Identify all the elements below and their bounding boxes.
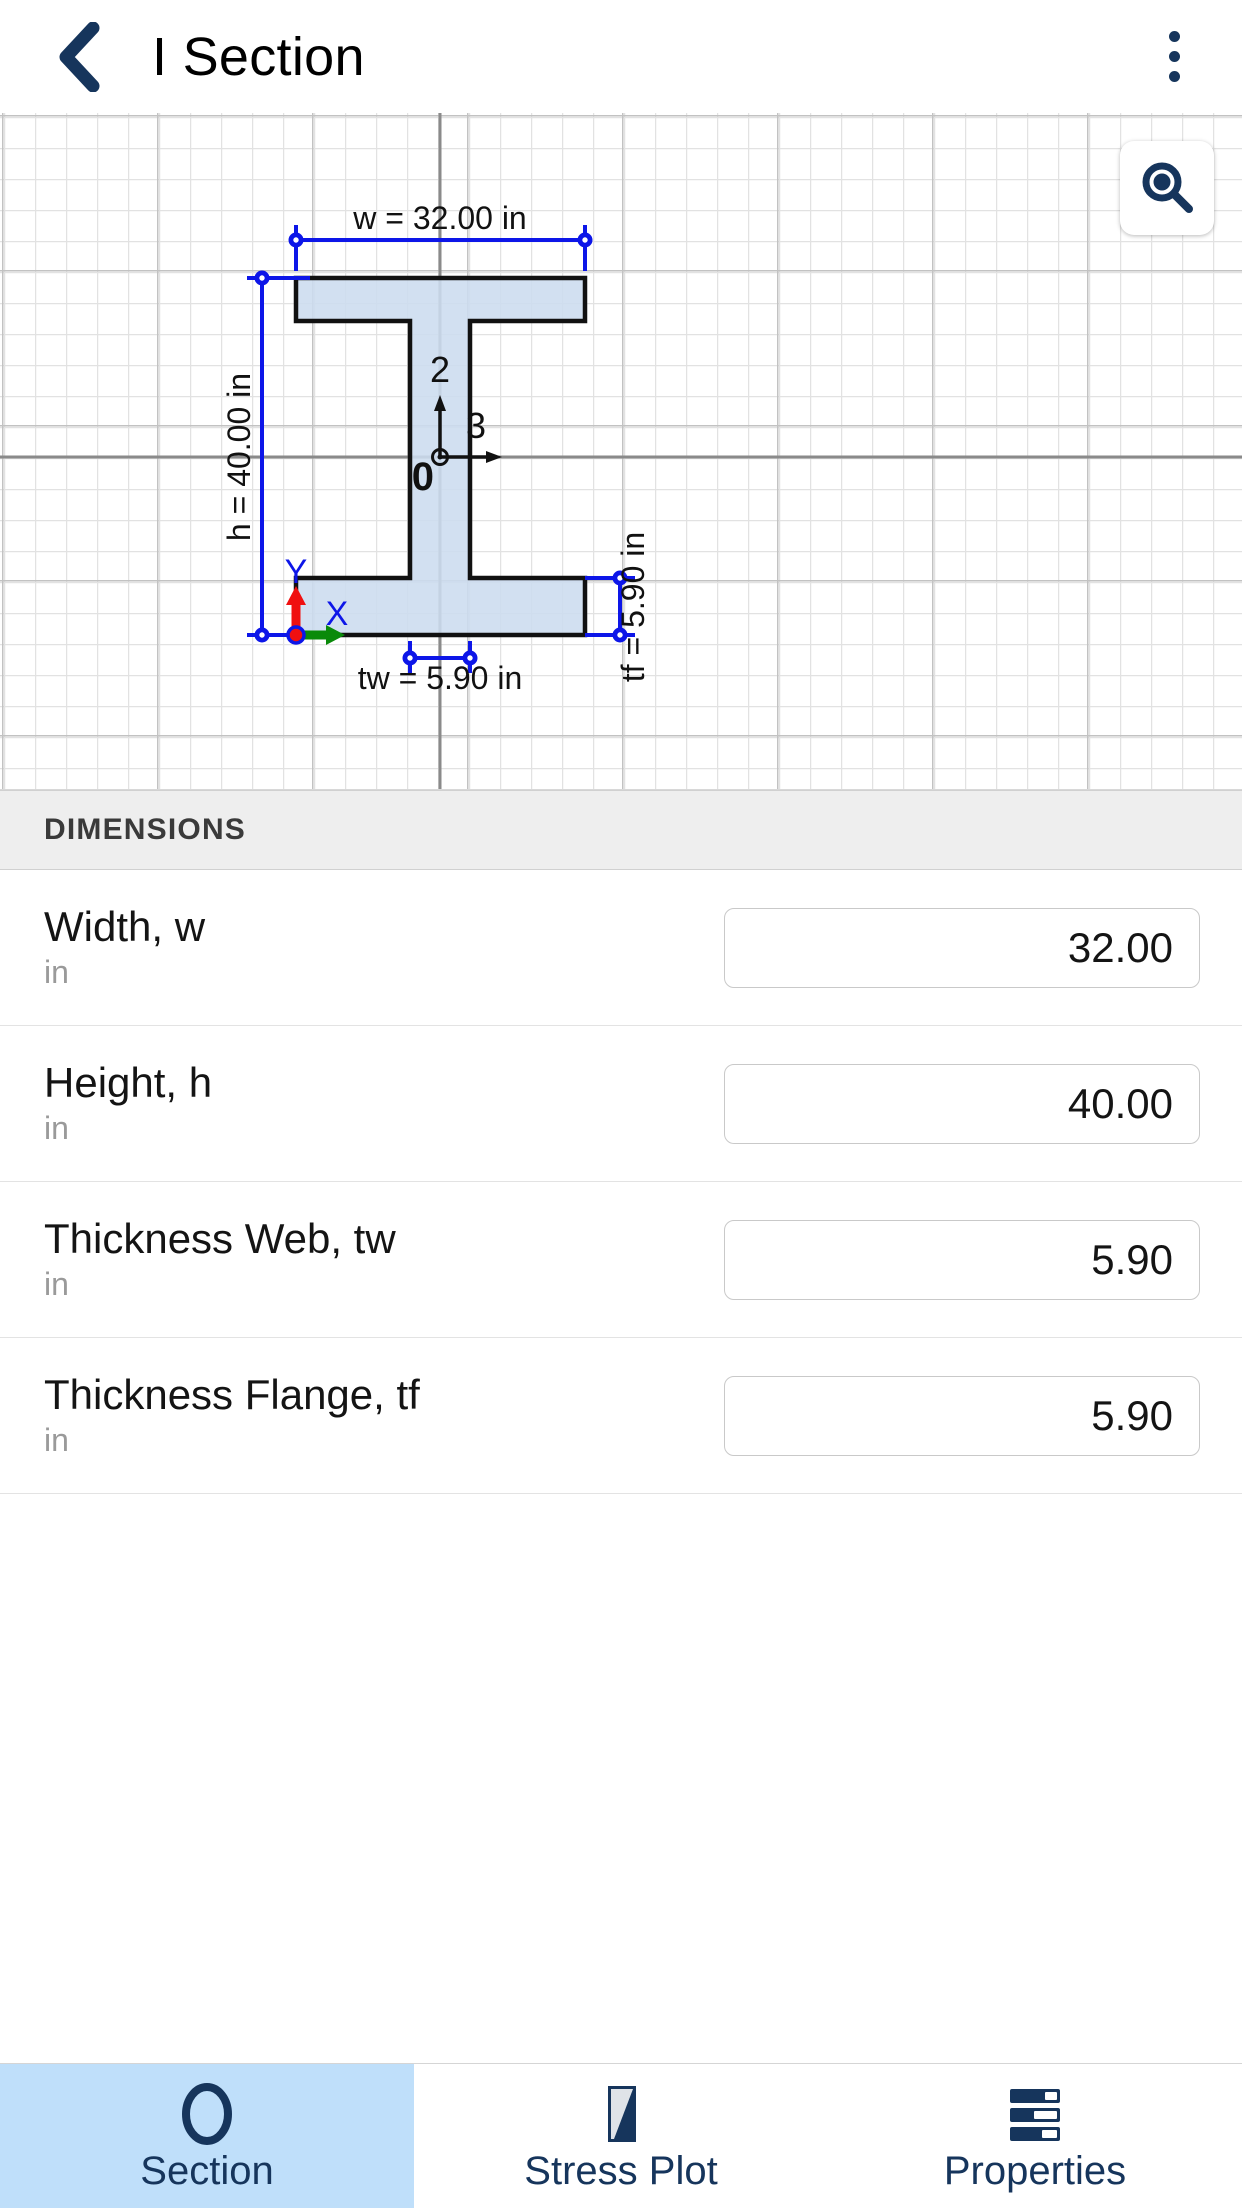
- field-label: Width, w: [44, 903, 206, 951]
- tab-section[interactable]: Section: [0, 2064, 414, 2208]
- dimensions-section-title: DIMENSIONS: [44, 813, 247, 846]
- stress-gradient-icon: [593, 2081, 649, 2147]
- field-label: Thickness Web, tw: [44, 1215, 396, 1263]
- form-row-height: Height, h in 40.00: [0, 1026, 1242, 1182]
- row-label-group: Height, h in: [44, 1059, 212, 1147]
- form-row-width: Width, w in 32.00: [0, 870, 1242, 1026]
- form-row-thickness-flange: Thickness Flange, tf in 5.90: [0, 1338, 1242, 1494]
- tab-section-label: Section: [140, 2149, 274, 2193]
- dimensions-section-header: DIMENSIONS: [0, 790, 1242, 870]
- thickness-web-input[interactable]: 5.90: [724, 1219, 1200, 1300]
- tab-stress-plot-label: Stress Plot: [524, 2149, 718, 2193]
- dimension-width-label: w = 32.00 in: [352, 200, 526, 236]
- grid-background: [0, 113, 1242, 789]
- overflow-menu-icon: [1168, 71, 1180, 82]
- tab-properties[interactable]: Properties: [828, 2064, 1242, 2208]
- principal-axis-2-label: 2: [430, 349, 450, 390]
- field-unit: in: [44, 954, 69, 991]
- zoom-fit-button[interactable]: [1120, 141, 1214, 235]
- height-input[interactable]: 40.00: [724, 1063, 1200, 1144]
- app-header: I Section: [0, 0, 1242, 113]
- field-unit: in: [44, 1110, 69, 1147]
- dimension-web-label: tw = 5.90 in: [358, 660, 523, 696]
- local-axis-y-label: Y: [285, 553, 308, 591]
- dimension-flange-label: tf = 5.90 in: [615, 532, 651, 682]
- app-root: I Section w = 32.00 in h = 40.00 in tf =…: [0, 0, 1242, 2208]
- form-row-thickness-web: Thickness Web, tw in 5.90: [0, 1182, 1242, 1338]
- section-drawing-svg: w = 32.00 in h = 40.00 in tf = 5.90 in t…: [0, 113, 1242, 789]
- dimension-height-label: h = 40.00 in: [221, 373, 257, 541]
- field-unit: in: [44, 1266, 69, 1303]
- principal-origin-label: 0: [412, 455, 434, 499]
- overflow-menu-icon: [1168, 51, 1180, 62]
- page-title: I Section: [152, 26, 365, 87]
- width-input[interactable]: 32.00: [724, 907, 1200, 988]
- dimensions-form-list: Width, w in 32.00 Height, h in 40.00 Thi…: [0, 870, 1242, 1494]
- magnifier-icon: [1142, 162, 1193, 213]
- section-drawing-canvas[interactable]: w = 32.00 in h = 40.00 in tf = 5.90 in t…: [0, 113, 1242, 790]
- tab-properties-label: Properties: [943, 2149, 1127, 2193]
- field-label: Height, h: [44, 1059, 213, 1107]
- field-unit: in: [44, 1422, 69, 1459]
- field-label: Thickness Flange, tf: [44, 1371, 420, 1419]
- principal-axis-3-label: 3: [466, 405, 486, 446]
- circle-outline-icon: [178, 2081, 236, 2147]
- local-axis-x-label: X: [326, 595, 349, 633]
- bottom-tab-bar: Section Stress Plot Properties: [0, 2063, 1242, 2208]
- thickness-flange-input[interactable]: 5.90: [724, 1375, 1200, 1456]
- row-label-group: Thickness Web, tw in: [44, 1215, 396, 1303]
- list-rows-icon: [1002, 2081, 1068, 2147]
- tab-stress-plot[interactable]: Stress Plot: [414, 2064, 828, 2208]
- back-button[interactable]: [32, 11, 124, 103]
- chevron-left-icon: [59, 21, 100, 92]
- row-label-group: Thickness Flange, tf in: [44, 1371, 420, 1459]
- overflow-menu-button[interactable]: [1134, 12, 1214, 102]
- row-label-group: Width, w in: [44, 903, 205, 991]
- overflow-menu-icon: [1168, 31, 1180, 42]
